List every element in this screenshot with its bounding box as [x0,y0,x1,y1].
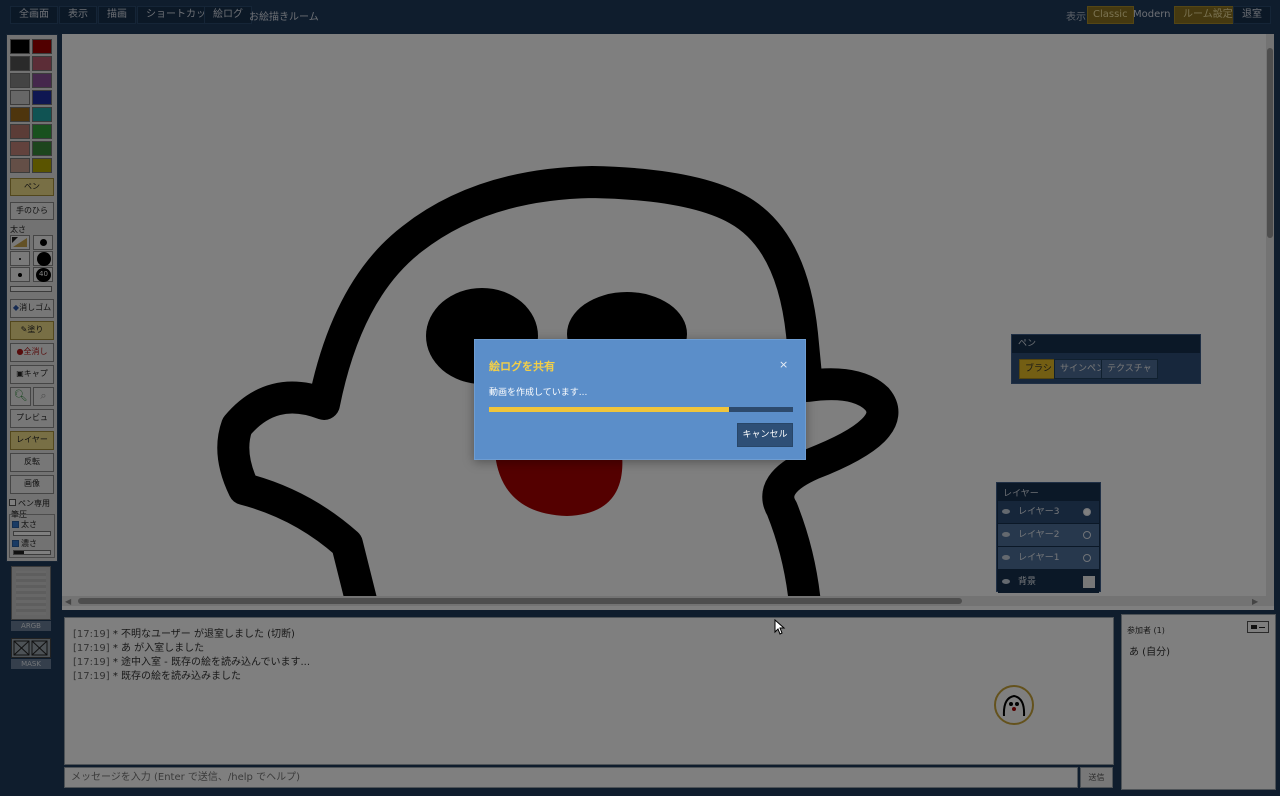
cancel-button[interactable]: キャンセル [737,423,793,447]
mouse-cursor-icon [774,619,786,635]
dialog-message: 動画を作成しています... [489,388,588,398]
share-log-dialog: 絵ログを共有 × 動画を作成しています... キャンセル [474,339,806,460]
close-icon[interactable]: × [779,358,788,371]
dialog-title: 絵ログを共有 [489,360,555,373]
progress-bar [489,407,793,412]
progress-fill [489,407,730,412]
